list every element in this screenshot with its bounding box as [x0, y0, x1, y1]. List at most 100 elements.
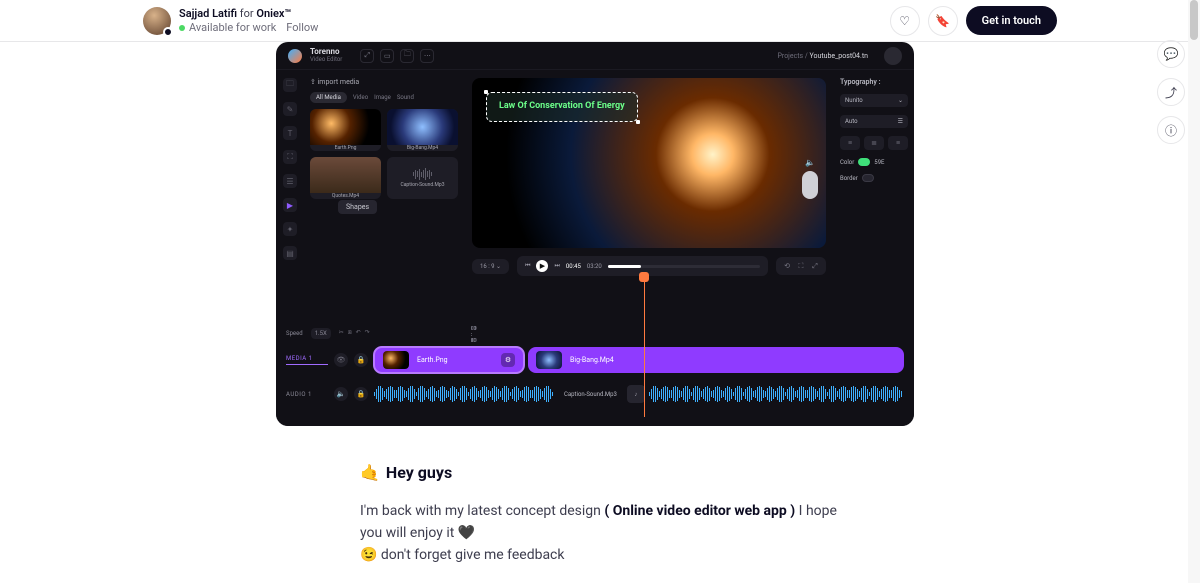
company-name[interactable]: Oniex™	[256, 7, 291, 20]
for-word: for	[240, 7, 254, 20]
clip-earth[interactable]: Earth.Png ⚙	[374, 347, 524, 373]
align-right-icon[interactable]: ≡	[888, 136, 908, 150]
player-bar: 16 : 9 ⌄ ⏮ ▶ ⏭ 00:45 03:20 ⟲ ⛶ ⤢	[472, 256, 826, 276]
track-mute-icon[interactable]: 🔈	[334, 387, 348, 401]
desc-heading: 🤙 Hey guys	[360, 460, 840, 486]
more-icon[interactable]: ⋯	[420, 49, 434, 63]
audio-clip-caption: Caption-Sound.Mp3	[564, 391, 617, 398]
bang-thumb-image	[387, 109, 458, 145]
media-thumb-caption[interactable]: Caption-Sound.Mp3	[387, 157, 458, 199]
author-line[interactable]: Sajjad Latifi for Oniex™	[179, 7, 318, 20]
border-field[interactable]: Border	[840, 174, 908, 182]
chevron-down-icon: ⌄	[898, 97, 903, 104]
redo-icon[interactable]: ↷	[365, 329, 370, 337]
titlebar-icons: ⤢ ▭ 🗀 ⋯	[360, 49, 434, 63]
progress-bar[interactable]	[608, 265, 760, 268]
follow-link[interactable]: Follow	[286, 21, 318, 34]
border-label: Border	[840, 175, 858, 182]
media-clips[interactable]: Earth.Png ⚙ Big-Bang.Mp4	[374, 346, 904, 374]
cut-icon[interactable]: ✂	[339, 329, 344, 337]
playhead[interactable]	[644, 277, 645, 417]
like-button[interactable]: ♡	[890, 6, 920, 36]
avatar-badge-icon	[163, 27, 173, 37]
size-select[interactable]: Auto☰	[840, 115, 908, 128]
magnet-icon[interactable]: ⧈	[348, 329, 352, 337]
availability-status[interactable]: Available for work	[179, 21, 276, 34]
quotes-thumb-image	[310, 157, 381, 193]
undo-icon[interactable]: ↶	[356, 329, 361, 337]
track-lock-icon[interactable]: 🔒	[354, 353, 368, 367]
tab-image[interactable]: Image	[374, 94, 391, 101]
volume-control[interactable]: 🔈	[802, 158, 818, 199]
audio-track-label[interactable]: Audio 1	[286, 391, 328, 398]
contact-button[interactable]: Get in touch	[966, 6, 1057, 35]
track-lock-icon[interactable]: 🔒	[354, 387, 368, 401]
tab-sound[interactable]: Sound	[397, 94, 414, 101]
save-icon[interactable]: ▭	[380, 49, 394, 63]
share-button[interactable]: ⤴	[1157, 78, 1185, 106]
audio-wave-2[interactable]	[649, 385, 904, 403]
inspector-panel: Typography : Nunito⌄ Auto☰ ≡ ≣ ≡ Color 5…	[834, 70, 914, 320]
tab-all-media[interactable]: All Media	[310, 92, 347, 103]
project-breadcrumb[interactable]: Projects / Youtube_post04.tn	[777, 52, 868, 60]
import-media-button[interactable]: ⇪ import media	[310, 78, 458, 86]
loop-icon[interactable]: ⟲	[782, 261, 792, 271]
canvas-column: Law Of Conservation Of Energy 🔈 16 : 9 ⌄…	[464, 70, 834, 320]
tool-crop-icon[interactable]: ⛶	[283, 150, 297, 164]
tool-type-icon[interactable]: T	[283, 126, 297, 140]
expand-icon[interactable]: ⤢	[360, 49, 374, 63]
align-left-icon[interactable]: ≡	[840, 136, 860, 150]
clip-bang[interactable]: Big-Bang.Mp4	[528, 347, 904, 373]
author-name[interactable]: Sajjad Latifi	[179, 7, 237, 20]
media-grid: Earth.Png Big-Bang.Mp4 Quotes.Mp4 Captio…	[310, 109, 458, 199]
play-button[interactable]: ▶	[536, 260, 548, 272]
fullscreen-icon[interactable]: ⤢	[810, 261, 820, 271]
canvas-text-element[interactable]: Law Of Conservation Of Energy	[486, 92, 638, 122]
align-center-icon[interactable]: ≣	[864, 136, 884, 150]
media-panel: ⇪ import media All Media Video Image Sou…	[304, 70, 464, 320]
app-body: 🗀 ✎ T ⛶ ☰ ▶ ✦ ▤ Shapes ⇪ import media Al…	[276, 70, 914, 320]
track-visibility-icon[interactable]: 👁	[334, 353, 348, 367]
timeline-tools: ✂ ⧈ ↶ ↷	[339, 329, 370, 337]
scroll-thumb[interactable]	[1190, 0, 1198, 40]
font-select[interactable]: Nunito⌄	[840, 94, 908, 107]
user-avatar[interactable]	[884, 47, 902, 65]
info-icon: ⓘ	[1165, 122, 1177, 139]
tool-brush-icon[interactable]: ✎	[283, 102, 297, 116]
media-track-label[interactable]: Media 1	[286, 355, 328, 365]
media-thumb-bang[interactable]: Big-Bang.Mp4	[387, 109, 458, 151]
folder-icon[interactable]: 🗀	[400, 49, 414, 63]
speed-value[interactable]: 1.5X	[311, 328, 331, 339]
player-extra: ⟲ ⛶ ⤢	[776, 257, 826, 275]
color-field[interactable]: Color 59E	[840, 158, 908, 166]
header-actions: ♡ 🔖 Get in touch	[890, 6, 1057, 36]
avatar[interactable]	[143, 7, 171, 35]
audio-clips[interactable]: /*placeholder*/ Caption-Sound.Mp3 ♪	[374, 380, 904, 408]
media-thumb-earth[interactable]: Earth.Png	[310, 109, 381, 151]
info-button[interactable]: ⓘ	[1157, 116, 1185, 144]
time-current: 00:45	[566, 263, 581, 270]
canvas-preview[interactable]: Law Of Conservation Of Energy 🔈	[472, 78, 826, 248]
save-button[interactable]: 🔖	[928, 6, 958, 36]
music-icon[interactable]: ♪	[627, 385, 645, 403]
color-swatch	[858, 158, 870, 166]
clip-settings-icon[interactable]: ⚙	[501, 353, 515, 367]
prev-icon[interactable]: ⏮	[525, 262, 530, 270]
aspect-ratio-select[interactable]: 16 : 9 ⌄	[472, 259, 509, 274]
tool-effects-icon[interactable]: ✦	[283, 222, 297, 236]
tool-folder-icon[interactable]: 🗀	[283, 78, 297, 92]
comment-button[interactable]: 💬	[1157, 40, 1185, 68]
tab-video[interactable]: Video	[353, 94, 368, 101]
tool-shapes-icon[interactable]: ▶	[283, 198, 297, 212]
volume-slider[interactable]	[802, 171, 818, 199]
timeline: Speed 1.5X ✂ ⧈ ↶ ↷ 00 : 00 00 : 10 00 : …	[276, 320, 914, 426]
projects-label: Projects	[777, 52, 803, 60]
next-icon[interactable]: ⏭	[554, 262, 559, 270]
tick: 01 : 10	[471, 326, 477, 344]
page-scrollbar[interactable]	[1188, 0, 1200, 583]
crop-icon[interactable]: ⛶	[796, 261, 806, 271]
tool-sliders-icon[interactable]: ☰	[283, 174, 297, 188]
audio-wave-1[interactable]: /*placeholder*/	[374, 385, 554, 403]
media-thumb-quotes[interactable]: Quotes.Mp4	[310, 157, 381, 199]
tool-captions-icon[interactable]: ▤	[283, 246, 297, 260]
